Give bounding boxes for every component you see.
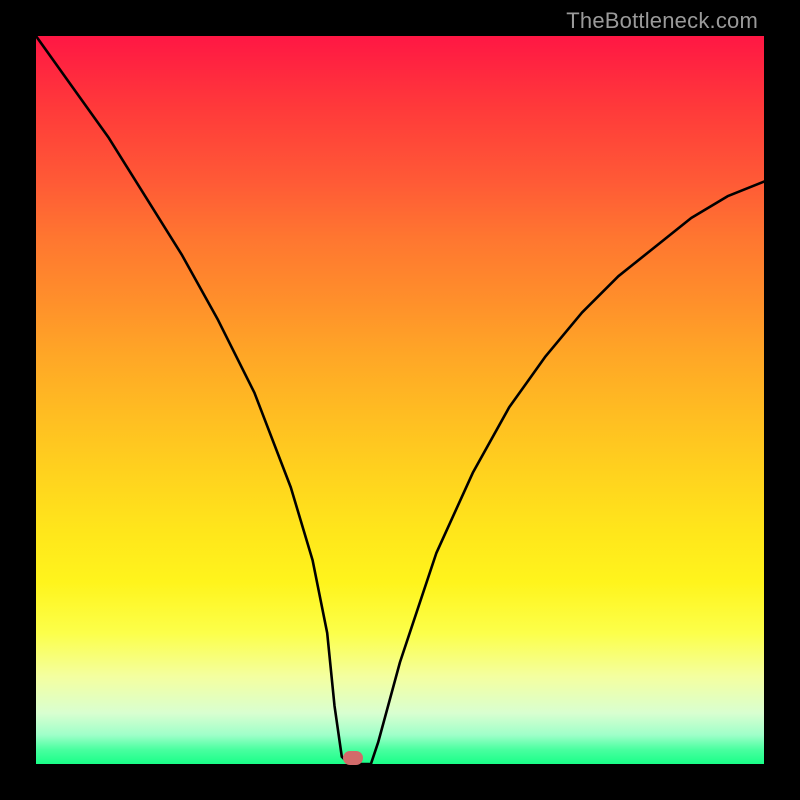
watermark-text: TheBottleneck.com [566, 8, 758, 34]
plot-area [36, 36, 764, 764]
chart-frame: TheBottleneck.com [0, 0, 800, 800]
bottleneck-curve [36, 36, 764, 764]
optimum-marker [343, 751, 363, 765]
